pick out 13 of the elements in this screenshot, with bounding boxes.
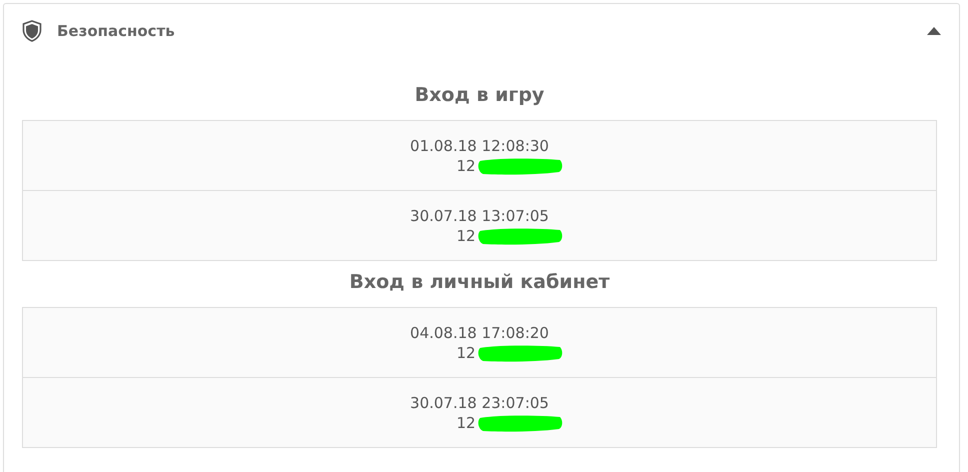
panel-title: Безопасность (57, 22, 176, 40)
ip-address: 12 (456, 156, 476, 174)
login-time: 30.07.18 23:07:05 (410, 394, 549, 412)
ip-address: 12 (456, 226, 476, 244)
login-time: 01.08.18 12:08:30 (410, 136, 549, 154)
collapse-button[interactable] (927, 27, 941, 35)
login-time: 30.07.18 13:07:05 (410, 206, 549, 224)
login-time: 04.08.18 17:08:20 (410, 324, 549, 342)
ip-address: 12 (456, 414, 476, 432)
section-heading: Вход в игру (414, 84, 544, 106)
section-heading: Вход в личный кабинет (349, 271, 610, 293)
shield-icon (22, 20, 42, 42)
ip-address: 12 (456, 344, 476, 362)
